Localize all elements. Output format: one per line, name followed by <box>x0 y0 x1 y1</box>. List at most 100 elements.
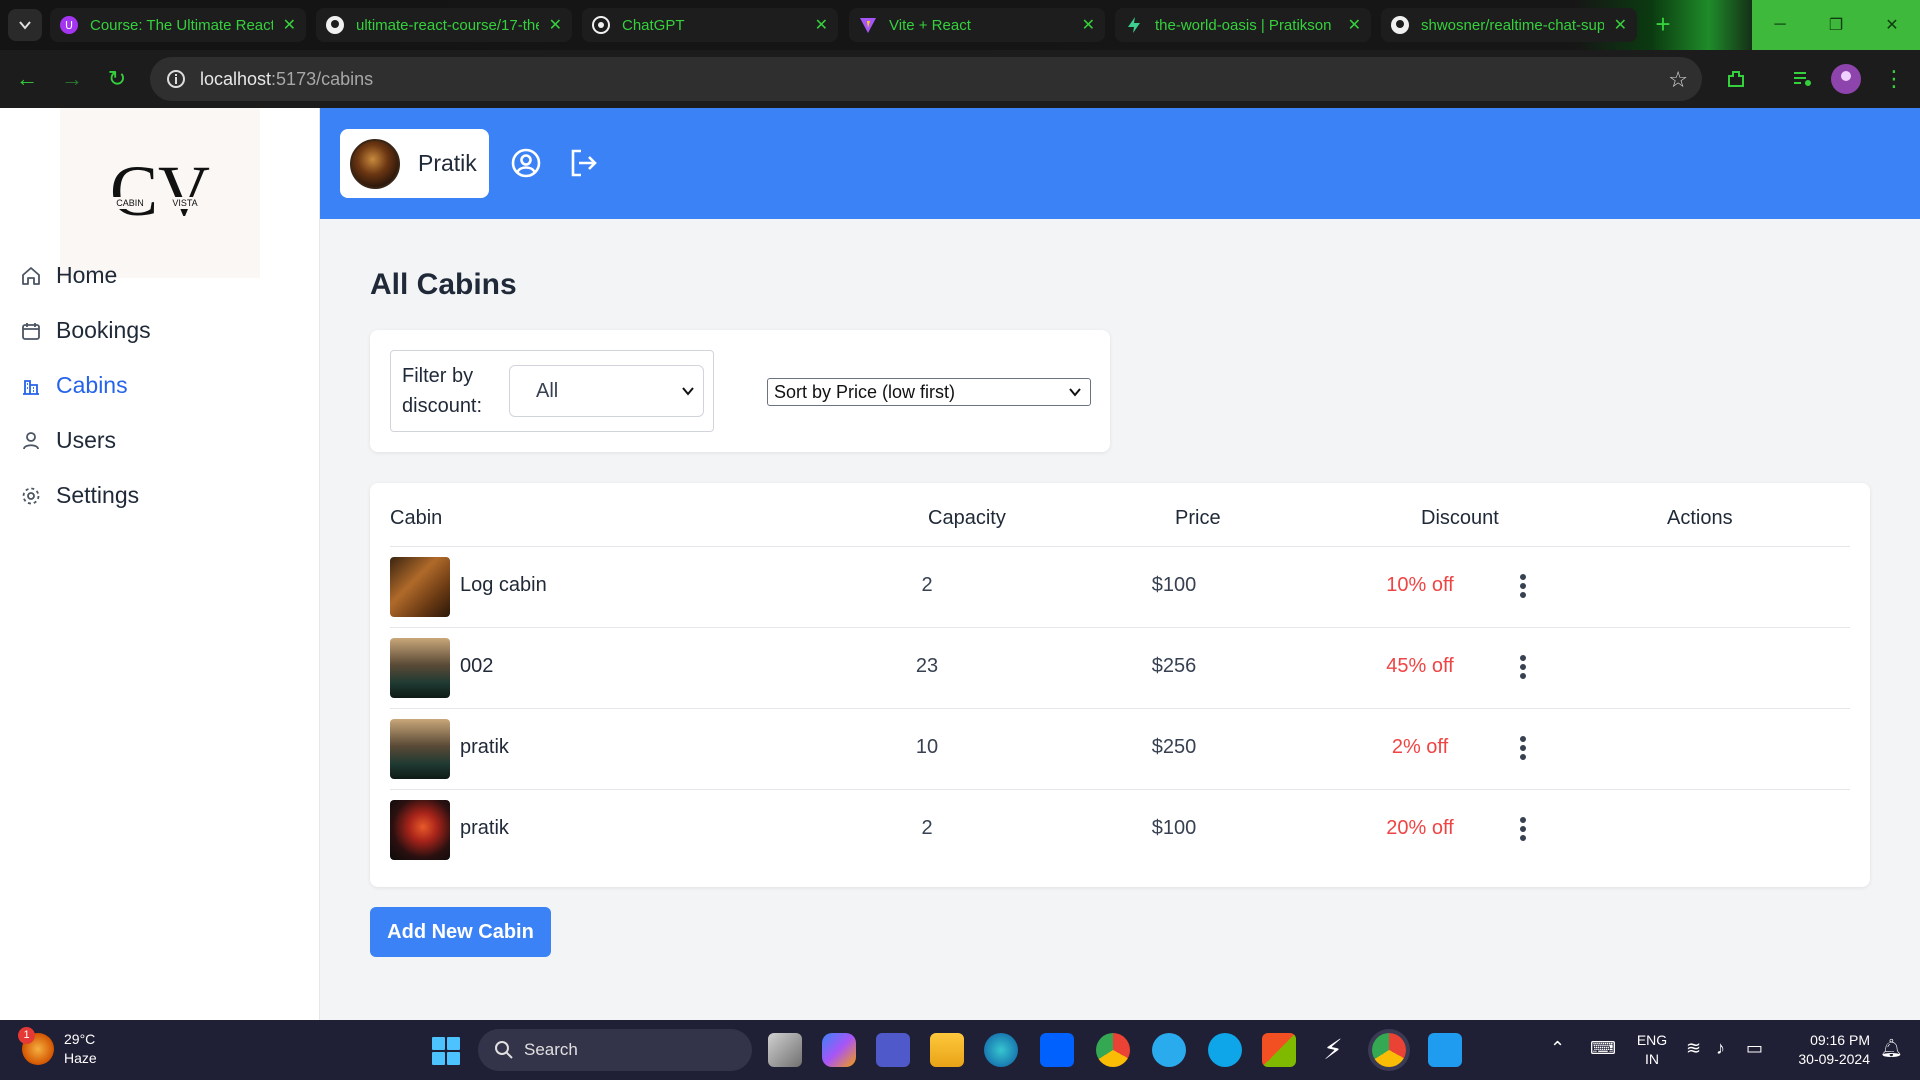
bolt-app-icon[interactable]: ⚡ <box>1316 1033 1350 1067</box>
keyboard-icon[interactable]: ⌨ <box>1590 1039 1616 1058</box>
site-info-icon[interactable] <box>166 69 186 89</box>
browser-tab[interactable]: Vite + React ✕ <box>849 8 1105 42</box>
row-actions-button[interactable] <box>1508 814 1538 844</box>
user-chip[interactable]: Pratik <box>340 129 489 198</box>
media-control-icon[interactable] <box>1786 63 1818 95</box>
kebab-menu-icon <box>1520 817 1526 841</box>
sidebar-item-bookings[interactable]: Bookings <box>20 303 151 358</box>
close-icon[interactable]: ✕ <box>1348 15 1361 35</box>
minimize-button[interactable]: ─ <box>1752 0 1808 50</box>
edge-icon[interactable] <box>984 1033 1018 1067</box>
kebab-menu-icon <box>1520 655 1526 679</box>
notifications-icon[interactable]: 🔔︎ <box>1880 1039 1903 1058</box>
kebab-menu-icon <box>1520 736 1526 760</box>
volume-icon[interactable]: ♪ <box>1716 1039 1725 1058</box>
close-icon[interactable]: ✕ <box>1614 15 1627 35</box>
url-text: localhost:5173/cabins <box>200 69 373 90</box>
cabin-vista-logo: CV CABIN VISTA <box>110 153 210 231</box>
browser-tab[interactable]: ultimate-react-course/17-the-wild-oasis … <box>316 8 572 42</box>
new-tab-button[interactable]: + <box>1648 10 1678 40</box>
svg-text:CABIN: CABIN <box>116 198 144 208</box>
restore-button[interactable]: ❐ <box>1808 0 1864 50</box>
forward-button[interactable]: → <box>57 64 87 94</box>
browser-tab[interactable]: U Course: The Ultimate React Course ✕ <box>50 8 306 42</box>
column-header-cabin: Cabin <box>390 507 443 529</box>
row-actions-button[interactable] <box>1508 571 1538 601</box>
tab-title: ChatGPT <box>622 16 685 34</box>
user-name: Pratik <box>418 150 477 176</box>
back-button[interactable]: ← <box>12 64 42 94</box>
close-window-button[interactable]: ✕ <box>1864 0 1920 50</box>
battery-icon[interactable]: ▭ <box>1746 1039 1763 1058</box>
account-icon[interactable] <box>508 145 544 181</box>
sidebar-item-home[interactable]: Home <box>20 248 151 303</box>
tab-search-button[interactable] <box>8 9 42 41</box>
address-bar[interactable]: localhost:5173/cabins ☆ <box>150 57 1702 101</box>
udemy-icon: U <box>60 16 78 34</box>
dropbox-icon[interactable] <box>1040 1033 1074 1067</box>
app-root: CV CABIN VISTA Home Bookings Cabins User… <box>0 108 1920 1020</box>
browser-menu-icon[interactable]: ⋮ <box>1878 63 1910 95</box>
close-icon[interactable]: ✕ <box>815 15 828 35</box>
table-row: pratik 2 $100 20% off <box>390 790 1850 871</box>
chrome-icon[interactable] <box>1096 1033 1130 1067</box>
cabin-name: pratik <box>460 736 509 758</box>
sidebar-item-cabins[interactable]: Cabins <box>20 358 151 413</box>
table-header: Cabin Capacity Price Discount Actions <box>390 497 1850 547</box>
search-icon <box>495 1041 513 1059</box>
language-indicator[interactable]: ENG IN <box>1634 1031 1670 1069</box>
reload-button[interactable]: ↻ <box>102 64 132 94</box>
close-icon[interactable]: ✕ <box>549 15 562 35</box>
row-actions-button[interactable] <box>1508 733 1538 763</box>
clock[interactable]: 09:16 PM 30-09-2024 <box>1786 1031 1870 1069</box>
notification-badge: 1 <box>18 1027 35 1044</box>
browser-tab[interactable]: the-world-oasis | Pratikson ✕ <box>1115 8 1371 42</box>
sidebar-item-users[interactable]: Users <box>20 413 151 468</box>
taskbar-search[interactable]: Search <box>478 1029 752 1071</box>
profile-avatar[interactable] <box>1830 63 1862 95</box>
sort-select-value: Sort by Price (low first) <box>774 381 956 402</box>
task-view-icon[interactable] <box>768 1033 802 1067</box>
telegram-icon[interactable] <box>1152 1033 1186 1067</box>
store-icon[interactable] <box>1262 1033 1296 1067</box>
user-icon <box>23 431 39 449</box>
extensions-icon[interactable] <box>1720 63 1752 95</box>
kebab-menu-icon <box>1520 574 1526 598</box>
add-new-cabin-button[interactable]: Add New Cabin <box>370 907 551 957</box>
tab-title: the-world-oasis | Pratikson <box>1155 16 1332 34</box>
discount-filter-select[interactable]: All <box>509 365 704 417</box>
github-icon <box>326 16 344 34</box>
sidebar: CV CABIN VISTA Home Bookings Cabins User… <box>0 108 320 1020</box>
column-header-price: Price <box>1175 507 1221 529</box>
help-icon[interactable] <box>1208 1033 1242 1067</box>
browser-tab[interactable]: shwosner/realtime-chat-supabase ✕ <box>1381 8 1637 42</box>
teams-icon[interactable] <box>876 1033 910 1067</box>
gear-icon <box>22 487 40 504</box>
weather-widget[interactable]: 1 29°C Haze <box>18 1027 97 1068</box>
taskbar: 1 29°C Haze Search ⚡ ⌃ ⌨ ENG IN ≋ ♪ ▭ 09… <box>0 1020 1920 1080</box>
row-actions-button[interactable] <box>1508 652 1538 682</box>
bookmark-star-icon[interactable]: ☆ <box>1668 67 1688 93</box>
lang-region: IN <box>1645 1051 1659 1067</box>
show-hidden-icons[interactable]: ⌃ <box>1550 1039 1565 1058</box>
close-icon[interactable]: ✕ <box>1082 15 1095 35</box>
search-label: Search <box>524 1040 578 1059</box>
close-icon[interactable]: ✕ <box>283 15 296 35</box>
filter-label: Filter by discount: <box>402 365 483 417</box>
file-explorer-icon[interactable] <box>930 1033 964 1067</box>
logout-icon[interactable] <box>566 145 602 181</box>
weather-temp: 29°C <box>64 1031 96 1047</box>
sort-by-select[interactable]: Sort by Price (low first) <box>767 378 1091 406</box>
chrome-profile-icon[interactable] <box>1372 1033 1406 1067</box>
start-button[interactable] <box>432 1037 460 1065</box>
column-header-discount: Discount <box>1421 507 1499 529</box>
browser-tab[interactable]: ChatGPT ✕ <box>582 8 838 42</box>
cabin-discount: 2% off <box>1391 736 1449 758</box>
copilot-icon[interactable] <box>822 1033 856 1067</box>
wifi-icon[interactable]: ≋ <box>1686 1039 1701 1058</box>
browser-toolbar: ← → ↻ localhost:5173/cabins ☆ ⋮ <box>0 50 1920 108</box>
cabin-price: $100 <box>1151 817 1197 839</box>
sidebar-item-settings[interactable]: Settings <box>20 468 151 523</box>
vscode-icon[interactable] <box>1428 1033 1462 1067</box>
cabin-discount: 10% off <box>1386 574 1454 596</box>
